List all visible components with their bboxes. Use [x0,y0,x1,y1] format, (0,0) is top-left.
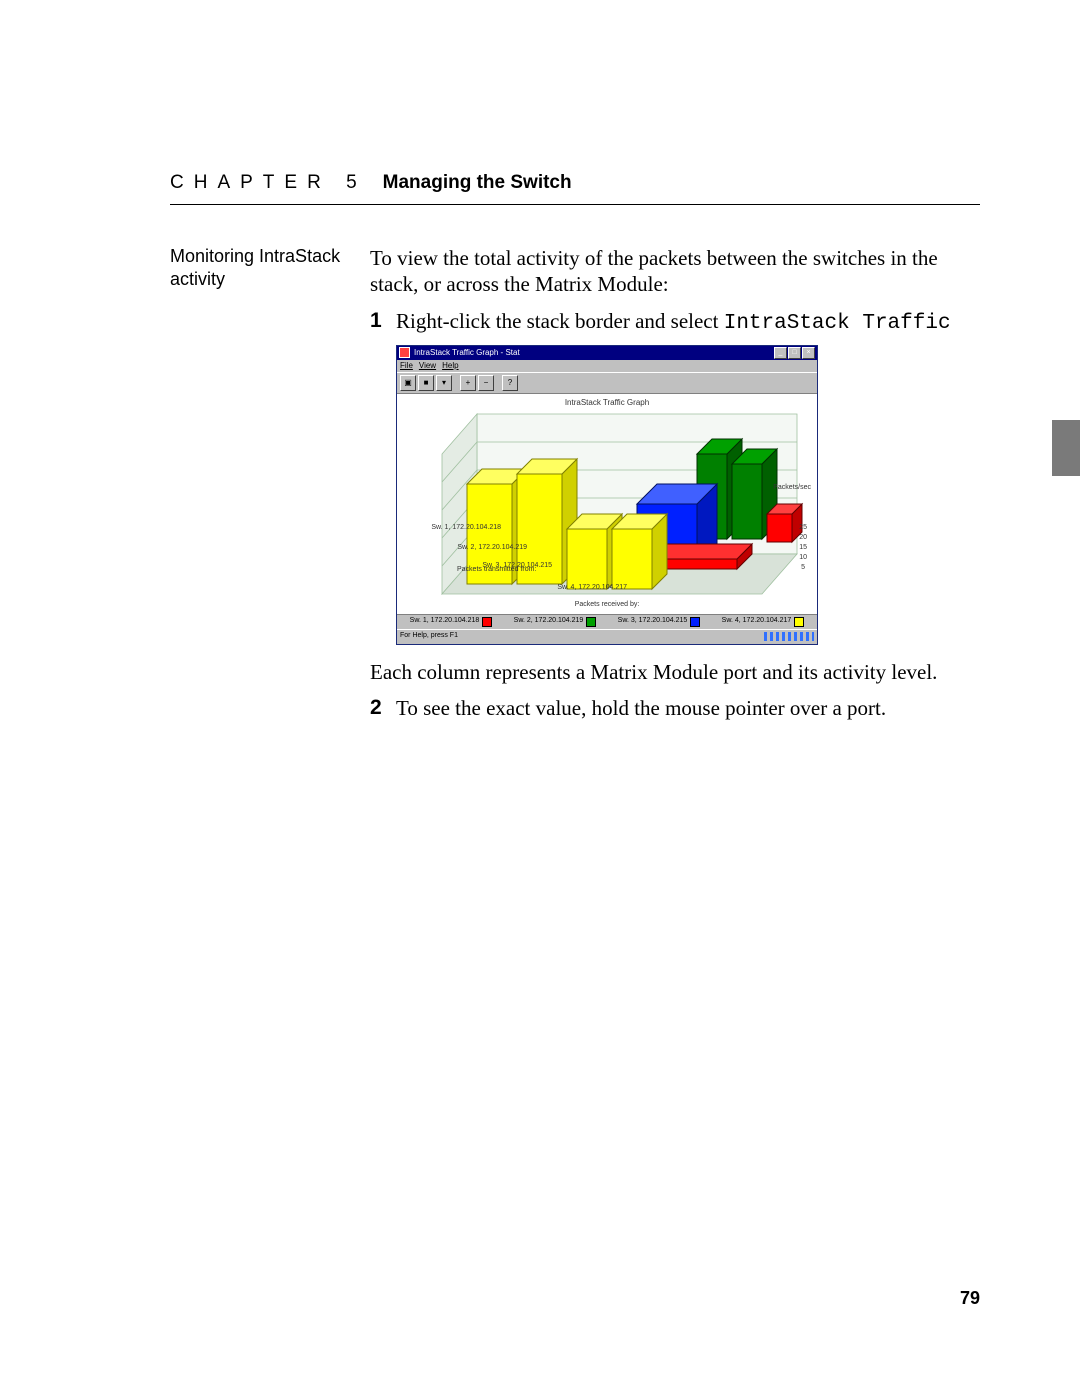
app-icon [399,347,410,358]
step1-text-a: Right-click the stack border and select [396,309,724,333]
legend-2-swatch [586,617,596,627]
menu-file[interactable]: File [400,361,413,371]
chart-area: IntraStack Traffic Graph [397,394,817,614]
ytick-25: 25 [799,524,807,533]
toolbar-button-5[interactable]: − [478,375,494,391]
body: Monitoring IntraStack activity To view t… [170,245,980,729]
close-button[interactable]: × [802,347,815,359]
page-number: 79 [960,1288,980,1309]
menubar[interactable]: File View Help [397,360,817,372]
maximize-button[interactable]: □ [788,347,801,359]
main-column: To view the total activity of the packet… [370,245,980,729]
minimize-button[interactable]: _ [774,347,787,359]
row-label-4: Sw. 4, 172.20.104.217 [537,584,627,593]
step-text: Right-click the stack border and select … [396,308,980,337]
step-2: 2 To see the exact value, hold the mouse… [370,695,980,721]
intro-paragraph: To view the total activity of the packet… [370,245,980,298]
toolbar-button-1[interactable]: ▣ [400,375,416,391]
row-label-2: Sw. 2, 172.20.104.219 [437,544,527,553]
status-hatch [764,632,814,641]
step1-mono: IntraStack Traf­fic [724,312,951,335]
legend-3-label: Sw. 3, 172.20.104.215 [618,617,688,626]
y-axis-label: Packets/sec [773,484,811,493]
margin-heading: Monitoring IntraStack activity [170,245,370,729]
legend-1: Sw. 1, 172.20.104.218 [410,617,493,627]
ytick-15: 15 [799,544,807,553]
legend-4-swatch [794,617,804,627]
status-text: For Help, press F1 [400,632,458,641]
step2-text: To see the exact value, hold the mouse p… [396,695,980,721]
ytick-5: 5 [801,564,805,573]
step-1: 1 Right-click the stack border and selec… [370,308,980,337]
after-figure-paragraph: Each column represents a Matrix Module p… [370,659,980,685]
chapter-title: Managing the Switch [383,172,572,194]
window-title: IntraStack Traffic Graph - Stat [414,348,520,358]
step-number-2: 2 [370,695,396,721]
ytick-20: 20 [799,534,807,543]
chapter-label: CHAPTER 5 [170,172,367,194]
thumb-tab [1052,420,1080,476]
window-titlebar[interactable]: IntraStack Traffic Graph - Stat _ □ × [397,346,817,360]
x-axis-label-bottom: Packets received by: [397,601,817,610]
x-axis-label-top: Packets transmitted from: [457,566,536,575]
statusbar: For Help, press F1 [397,629,817,644]
row-label-1: Sw. 1, 172.20.104.218 [411,524,501,533]
toolbar-button-3[interactable]: ▾ [436,375,452,391]
legend-4-label: Sw. 4, 172.20.104.217 [722,617,792,626]
menu-view[interactable]: View [419,361,436,371]
legend-3: Sw. 3, 172.20.104.215 [618,617,701,627]
chart-svg [397,394,817,614]
legend-2-label: Sw. 2, 172.20.104.219 [514,617,584,626]
embedded-screenshot: IntraStack Traffic Graph - Stat _ □ × Fi… [396,345,818,645]
running-head: CHAPTER 5 Managing the Switch [170,172,980,205]
menu-help[interactable]: Help [442,361,458,371]
page: CHAPTER 5 Managing the Switch Monitoring… [0,0,1080,1397]
legend-4: Sw. 4, 172.20.104.217 [722,617,805,627]
step-number: 1 [370,308,396,337]
legend-3-swatch [690,617,700,627]
legend-1-label: Sw. 1, 172.20.104.218 [410,617,480,626]
toolbar-help-button[interactable]: ? [502,375,518,391]
legend-2: Sw. 2, 172.20.104.219 [514,617,597,627]
legend-bar: Sw. 1, 172.20.104.218 Sw. 2, 172.20.104.… [397,614,817,629]
toolbar-button-4[interactable]: + [460,375,476,391]
toolbar: ▣ ■ ▾ + − ? [397,372,817,394]
legend-1-swatch [482,617,492,627]
ytick-10: 10 [799,554,807,563]
toolbar-button-2[interactable]: ■ [418,375,434,391]
